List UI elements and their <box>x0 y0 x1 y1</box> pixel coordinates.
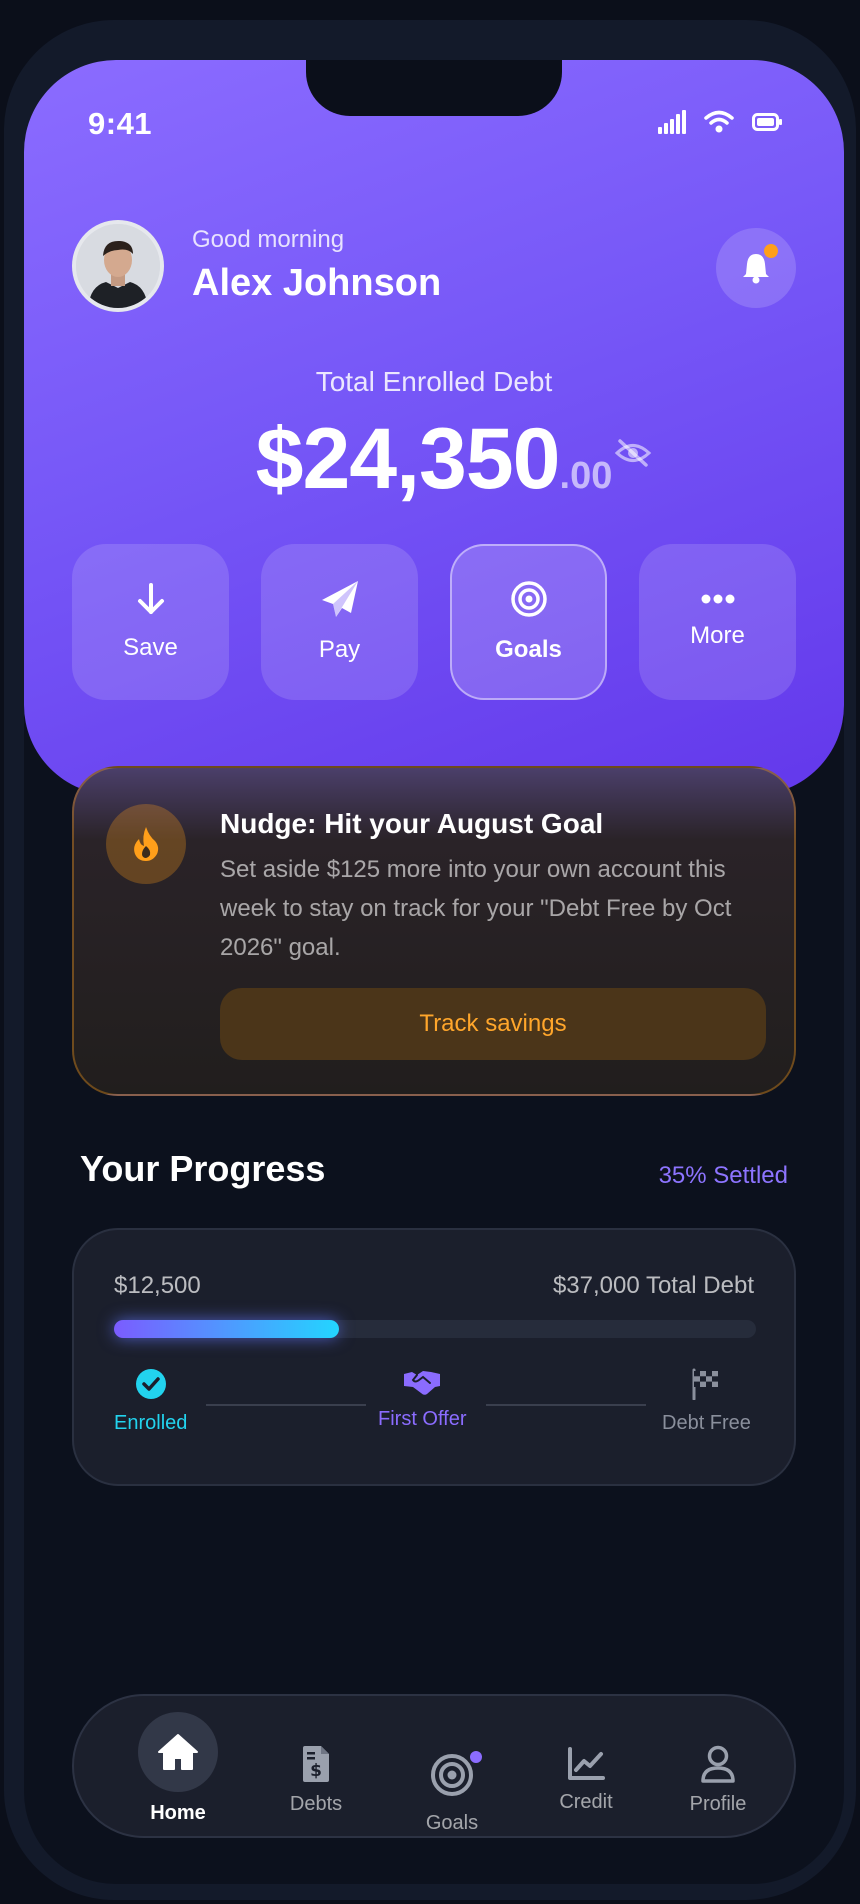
progress-track <box>114 1320 756 1338</box>
balance-label: Total Enrolled Debt <box>315 366 553 397</box>
nav-goals[interactable]: Goals <box>400 1696 504 1866</box>
progress-card: $12,500 $37,000 Total Debt Enrolled Firs… <box>72 1228 796 1486</box>
handshake-icon <box>404 1371 441 1395</box>
step-debt-free: Debt Free <box>662 1368 751 1435</box>
balance-cents: .00 <box>559 455 613 497</box>
step-first-offer: First Offer <box>378 1368 467 1431</box>
nav-debts-label: Debts <box>289 1792 343 1815</box>
ellipsis-icon <box>701 594 734 604</box>
eye-slash-icon[interactable] <box>614 438 652 468</box>
save-action-button[interactable]: Save <box>72 544 229 700</box>
progress-fill <box>114 1320 339 1338</box>
nudge-body: Set aside $125 more into your own accoun… <box>220 856 732 961</box>
signal-icon <box>658 110 686 134</box>
total-debt-amount: $37,000 Total Debt <box>552 1272 754 1299</box>
device-background: 9:41 Good morning Alex Johnson Total Enr… <box>0 0 860 1904</box>
checkered-flag-icon <box>692 1368 719 1400</box>
track-savings-button[interactable]: Track savings <box>220 988 766 1060</box>
paper-plane-icon <box>321 581 358 617</box>
target-icon <box>510 581 547 617</box>
balance-amount: $24,350.00 <box>24 410 844 509</box>
nav-profile-label: Profile <box>689 1792 747 1815</box>
pay-action-label: Pay <box>318 636 361 663</box>
notification-dot <box>764 244 778 258</box>
nav-goals-icon-wrap <box>430 1751 482 1802</box>
goals-action-button[interactable]: Goals <box>450 544 607 700</box>
chart-line-icon <box>568 1746 605 1780</box>
nav-credit-label: Credit <box>559 1790 613 1813</box>
wifi-icon <box>704 110 734 133</box>
bottom-nav: Home $ Debts Goals Credit Profile <box>72 1694 796 1838</box>
settled-amount: $12,500 <box>114 1272 201 1299</box>
nudge-title: Nudge: Hit your August Goal <box>220 808 604 839</box>
notifications-button[interactable] <box>716 228 796 308</box>
status-time: 9:41 <box>88 106 153 141</box>
step-first-offer-label: First Offer <box>378 1408 467 1430</box>
avatar[interactable] <box>72 220 164 312</box>
nav-profile[interactable]: Profile <box>666 1696 770 1852</box>
phone-frame: 9:41 Good morning Alex Johnson Total Enr… <box>4 20 856 1900</box>
nudge-icon-bubble <box>106 804 186 884</box>
user-photo <box>76 224 160 308</box>
progress-title: Your Progress <box>80 1148 326 1189</box>
home-bubble <box>138 1711 218 1792</box>
progress-settled-link[interactable]: 35% Settled <box>659 1162 788 1190</box>
fire-icon <box>134 827 159 861</box>
step-debt-free-label: Debt Free <box>662 1412 751 1434</box>
home-icon <box>158 1733 198 1770</box>
nav-goals-label: Goals <box>425 1812 479 1834</box>
app-screen: 9:41 Good morning Alex Johnson Total Enr… <box>24 60 844 1884</box>
step-connector <box>486 1404 646 1406</box>
greeting-text: Good morning <box>192 226 345 253</box>
pay-action-button[interactable]: Pay <box>261 544 418 700</box>
battery-icon <box>752 113 782 131</box>
notch <box>306 60 562 116</box>
user-name: Alex Johnson <box>192 262 442 304</box>
target-icon <box>431 1754 473 1796</box>
quick-actions: Save Pay Goals More <box>72 544 796 700</box>
hero-header: 9:41 Good morning Alex Johnson Total Enr… <box>24 60 844 795</box>
arrow-down-icon <box>137 583 164 614</box>
more-action-button[interactable]: More <box>639 544 796 700</box>
check-circle-icon <box>135 1369 166 1399</box>
more-action-label: More <box>690 622 745 649</box>
invoice-dollar-icon: $ <box>303 1745 329 1782</box>
balance-main: $24,350 <box>255 411 561 507</box>
nav-credit[interactable]: Credit <box>534 1696 638 1852</box>
user-icon <box>701 1745 735 1783</box>
step-enrolled: Enrolled <box>114 1368 187 1435</box>
step-enrolled-label: Enrolled <box>114 1412 188 1434</box>
goals-action-label: Goals <box>495 636 562 663</box>
svg-text:$: $ <box>310 1761 322 1781</box>
progress-steps: Enrolled First Offer Debt Free <box>114 1368 756 1448</box>
status-icons <box>658 110 782 134</box>
nav-debts[interactable]: $ Debts <box>264 1696 368 1852</box>
nav-home-label: Home <box>150 1801 206 1824</box>
nav-home[interactable]: Home <box>126 1696 230 1840</box>
step-connector <box>206 1404 366 1406</box>
goals-badge-dot <box>470 1751 482 1763</box>
save-action-label: Save <box>123 634 178 661</box>
nudge-card: Nudge: Hit your August Goal Set aside $1… <box>72 766 796 1096</box>
